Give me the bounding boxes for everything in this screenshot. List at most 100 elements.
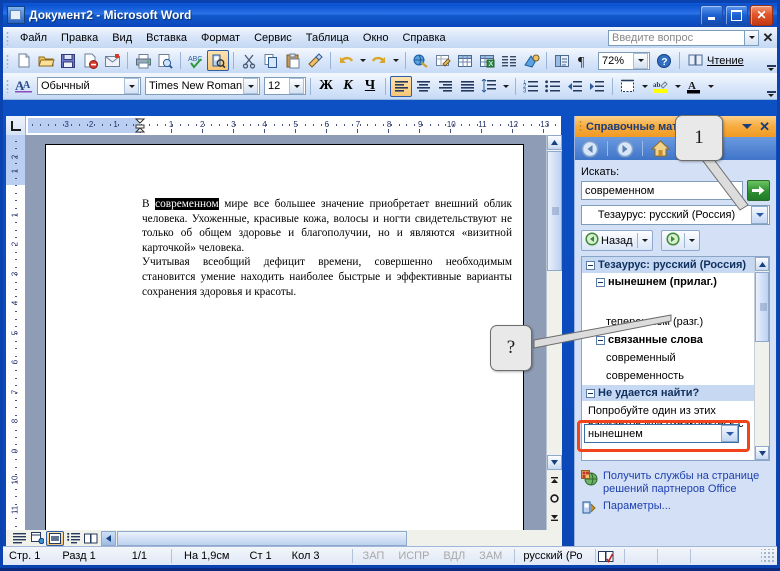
highlight-dropdown-arrow[interactable] — [672, 76, 683, 97]
selected-synonym-combo[interactable]: нынешнем — [584, 424, 739, 443]
next-page-button[interactable] — [547, 509, 562, 524]
style-combo[interactable]: Обычный — [37, 77, 141, 95]
back-button-group[interactable]: Назад — [581, 230, 653, 251]
document-map-icon[interactable] — [551, 50, 573, 71]
horizontal-ruler-strip[interactable]: 3 2 1 1 2 3 4 5 6 7 8 9 10 11 12 13 — [28, 118, 559, 133]
bold-button[interactable]: Ж — [315, 76, 337, 97]
menu-file[interactable]: Файл — [13, 30, 54, 46]
scroll-left-button[interactable] — [101, 530, 116, 546]
collapse-icon[interactable] — [586, 261, 595, 270]
outline-view-icon[interactable] — [64, 531, 82, 546]
synonym-item[interactable]: теперешнем (разг.) — [582, 313, 754, 331]
format-painter-icon[interactable] — [304, 50, 326, 71]
spelling-status-icon[interactable] — [596, 550, 616, 563]
ask-dropdown-arrow[interactable] — [745, 29, 759, 46]
align-left-icon[interactable] — [390, 75, 412, 97]
reading-layout-view-icon[interactable] — [82, 531, 100, 546]
italic-button[interactable]: К — [337, 76, 359, 97]
bulleted-list-icon[interactable] — [542, 76, 564, 97]
print-layout-view-icon[interactable] — [46, 530, 64, 546]
related-word-item[interactable]: современность — [582, 367, 754, 385]
vertical-scrollbar[interactable] — [546, 135, 562, 530]
scroll-up-button[interactable] — [547, 135, 562, 150]
chevron-down-icon[interactable] — [742, 124, 753, 129]
results-scroll-thumb[interactable] — [755, 272, 769, 342]
horizontal-scroll-track[interactable] — [101, 530, 561, 546]
selected-synonym-dropdown-arrow[interactable] — [721, 425, 738, 442]
forward-button-group[interactable] — [660, 230, 700, 251]
drawing-icon[interactable] — [520, 50, 542, 71]
resize-grip[interactable] — [761, 549, 775, 563]
status-track-changes[interactable]: ИСПР — [390, 550, 435, 562]
maximize-button[interactable] — [725, 4, 748, 26]
cant-find-header[interactable]: Не удается найти? — [582, 385, 754, 401]
reference-source-select[interactable]: Тезаурус: русский (Россия) — [581, 205, 770, 225]
result-group-header[interactable]: Тезаурус: русский (Россия) — [582, 257, 754, 273]
font-color-dropdown-arrow[interactable] — [705, 76, 716, 97]
styles-and-formatting-icon[interactable]: AA — [13, 76, 35, 97]
increase-indent-icon[interactable] — [586, 76, 608, 97]
status-overtype[interactable]: ЗАМ — [471, 550, 508, 562]
forward-arrow-icon[interactable] — [614, 139, 636, 159]
undo-icon[interactable] — [335, 50, 357, 71]
insert-excel-sheet-icon[interactable]: X — [476, 50, 498, 71]
copy-icon[interactable] — [260, 50, 282, 71]
task-pane-close-icon[interactable]: ✕ — [759, 120, 770, 133]
tables-and-borders-icon[interactable] — [432, 50, 454, 71]
back-arrow-icon[interactable] — [579, 139, 601, 159]
insert-table-icon[interactable] — [454, 50, 476, 71]
hyperlink-icon[interactable] — [410, 50, 432, 71]
new-document-icon[interactable] — [13, 50, 35, 71]
horizontal-ruler[interactable]: 3 2 1 1 2 3 4 5 6 7 8 9 10 11 12 13 — [6, 116, 561, 135]
options-link[interactable]: Параметры... — [581, 498, 770, 518]
collapse-icon[interactable] — [596, 278, 605, 287]
research-icon[interactable] — [207, 50, 229, 71]
task-pane-grip[interactable] — [579, 120, 582, 133]
document-page[interactable]: В современном мире все большее значение … — [45, 144, 524, 530]
undo-dropdown-arrow[interactable] — [357, 50, 368, 71]
result-subgroup-2[interactable]: связанные слова — [582, 331, 754, 349]
vertical-ruler[interactable]: 211234567891011 — [6, 135, 25, 530]
show-formatting-marks-icon[interactable]: ¶ — [573, 50, 595, 71]
standard-toolbar-grip[interactable] — [6, 53, 9, 68]
status-language[interactable]: русский (Ро — [515, 550, 588, 562]
first-line-indent-marker[interactable] — [134, 118, 146, 133]
previous-page-button[interactable] — [547, 473, 562, 488]
columns-icon[interactable] — [498, 50, 520, 71]
close-document-button[interactable]: ✕ — [759, 30, 777, 46]
underline-button[interactable]: Ч — [359, 76, 381, 97]
green-arrow-go-icon[interactable] — [747, 180, 770, 201]
horizontal-scroll-thumb[interactable] — [117, 530, 407, 546]
vertical-scroll-thumb[interactable] — [547, 151, 562, 271]
cut-scissors-icon[interactable] — [238, 50, 260, 71]
numbered-list-icon[interactable]: 123 — [520, 76, 542, 97]
align-right-icon[interactable] — [434, 76, 456, 97]
menu-table[interactable]: Таблица — [299, 30, 356, 46]
menu-tools[interactable]: Сервис — [247, 30, 299, 46]
print-icon[interactable] — [132, 50, 154, 71]
open-folder-icon[interactable] — [35, 50, 57, 71]
line-spacing-icon[interactable] — [478, 76, 500, 97]
highlight-color-icon[interactable]: ab — [650, 76, 672, 97]
zoom-dropdown-arrow[interactable] — [633, 52, 648, 69]
menu-window[interactable]: Окно — [356, 30, 396, 46]
align-center-icon[interactable] — [412, 76, 434, 97]
font-size-combo[interactable]: 12 — [264, 77, 306, 95]
result-subgroup-1[interactable]: нынешнем (прилаг.) — [582, 273, 754, 291]
menu-view[interactable]: Вид — [105, 30, 139, 46]
results-scrollbar[interactable] — [754, 257, 769, 460]
menu-insert[interactable]: Вставка — [139, 30, 194, 46]
help-icon[interactable]: ? — [653, 50, 675, 71]
results-scroll-down-button[interactable] — [755, 446, 769, 460]
email-icon[interactable] — [101, 50, 123, 71]
save-icon[interactable] — [57, 50, 79, 71]
document-text[interactable]: В современном мире все большее значение … — [142, 197, 512, 299]
line-spacing-dropdown-arrow[interactable] — [500, 76, 511, 97]
font-dropdown-arrow[interactable] — [243, 78, 258, 94]
results-scroll-up-button[interactable] — [755, 257, 769, 271]
paste-icon[interactable] — [282, 50, 304, 71]
forward-dropdown-arrow[interactable] — [685, 239, 699, 242]
menu-grip[interactable] — [6, 30, 9, 45]
normal-view-icon[interactable] — [10, 531, 28, 546]
menu-help[interactable]: Справка — [395, 30, 452, 46]
